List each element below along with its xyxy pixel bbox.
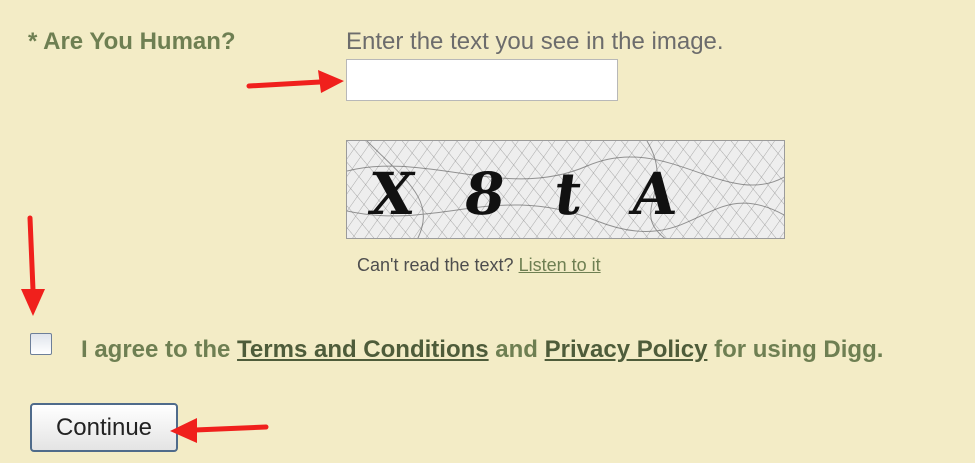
signup-form-panel: * Are You Human? Enter the text you see … [0,0,975,463]
captcha-input[interactable] [346,59,618,101]
captcha-distorted-text: X8tA [365,159,732,228]
agree-and: and [495,336,538,363]
agree-checkbox[interactable] [30,333,52,355]
captcha-image-svg: X8tA [347,141,784,238]
terms-and-conditions-link[interactable]: Terms and Conditions [237,336,489,363]
agree-suffix: for using Digg. [714,336,884,363]
privacy-policy-link[interactable]: Privacy Policy [545,336,708,363]
cant-read-row: Can't read the text? Listen to it [357,255,601,276]
listen-to-it-link[interactable]: Listen to it [519,255,601,275]
cant-read-text: Can't read the text? [357,255,514,275]
continue-button[interactable]: Continue [30,403,178,452]
captcha-instruction: Enter the text you see in the image. [346,28,724,55]
are-you-human-label: * Are You Human? [28,28,236,55]
agree-label: I agree to the Terms and Conditions and … [81,336,883,364]
captcha-image: X8tA [346,140,785,239]
agree-prefix: I agree to the [81,336,231,363]
